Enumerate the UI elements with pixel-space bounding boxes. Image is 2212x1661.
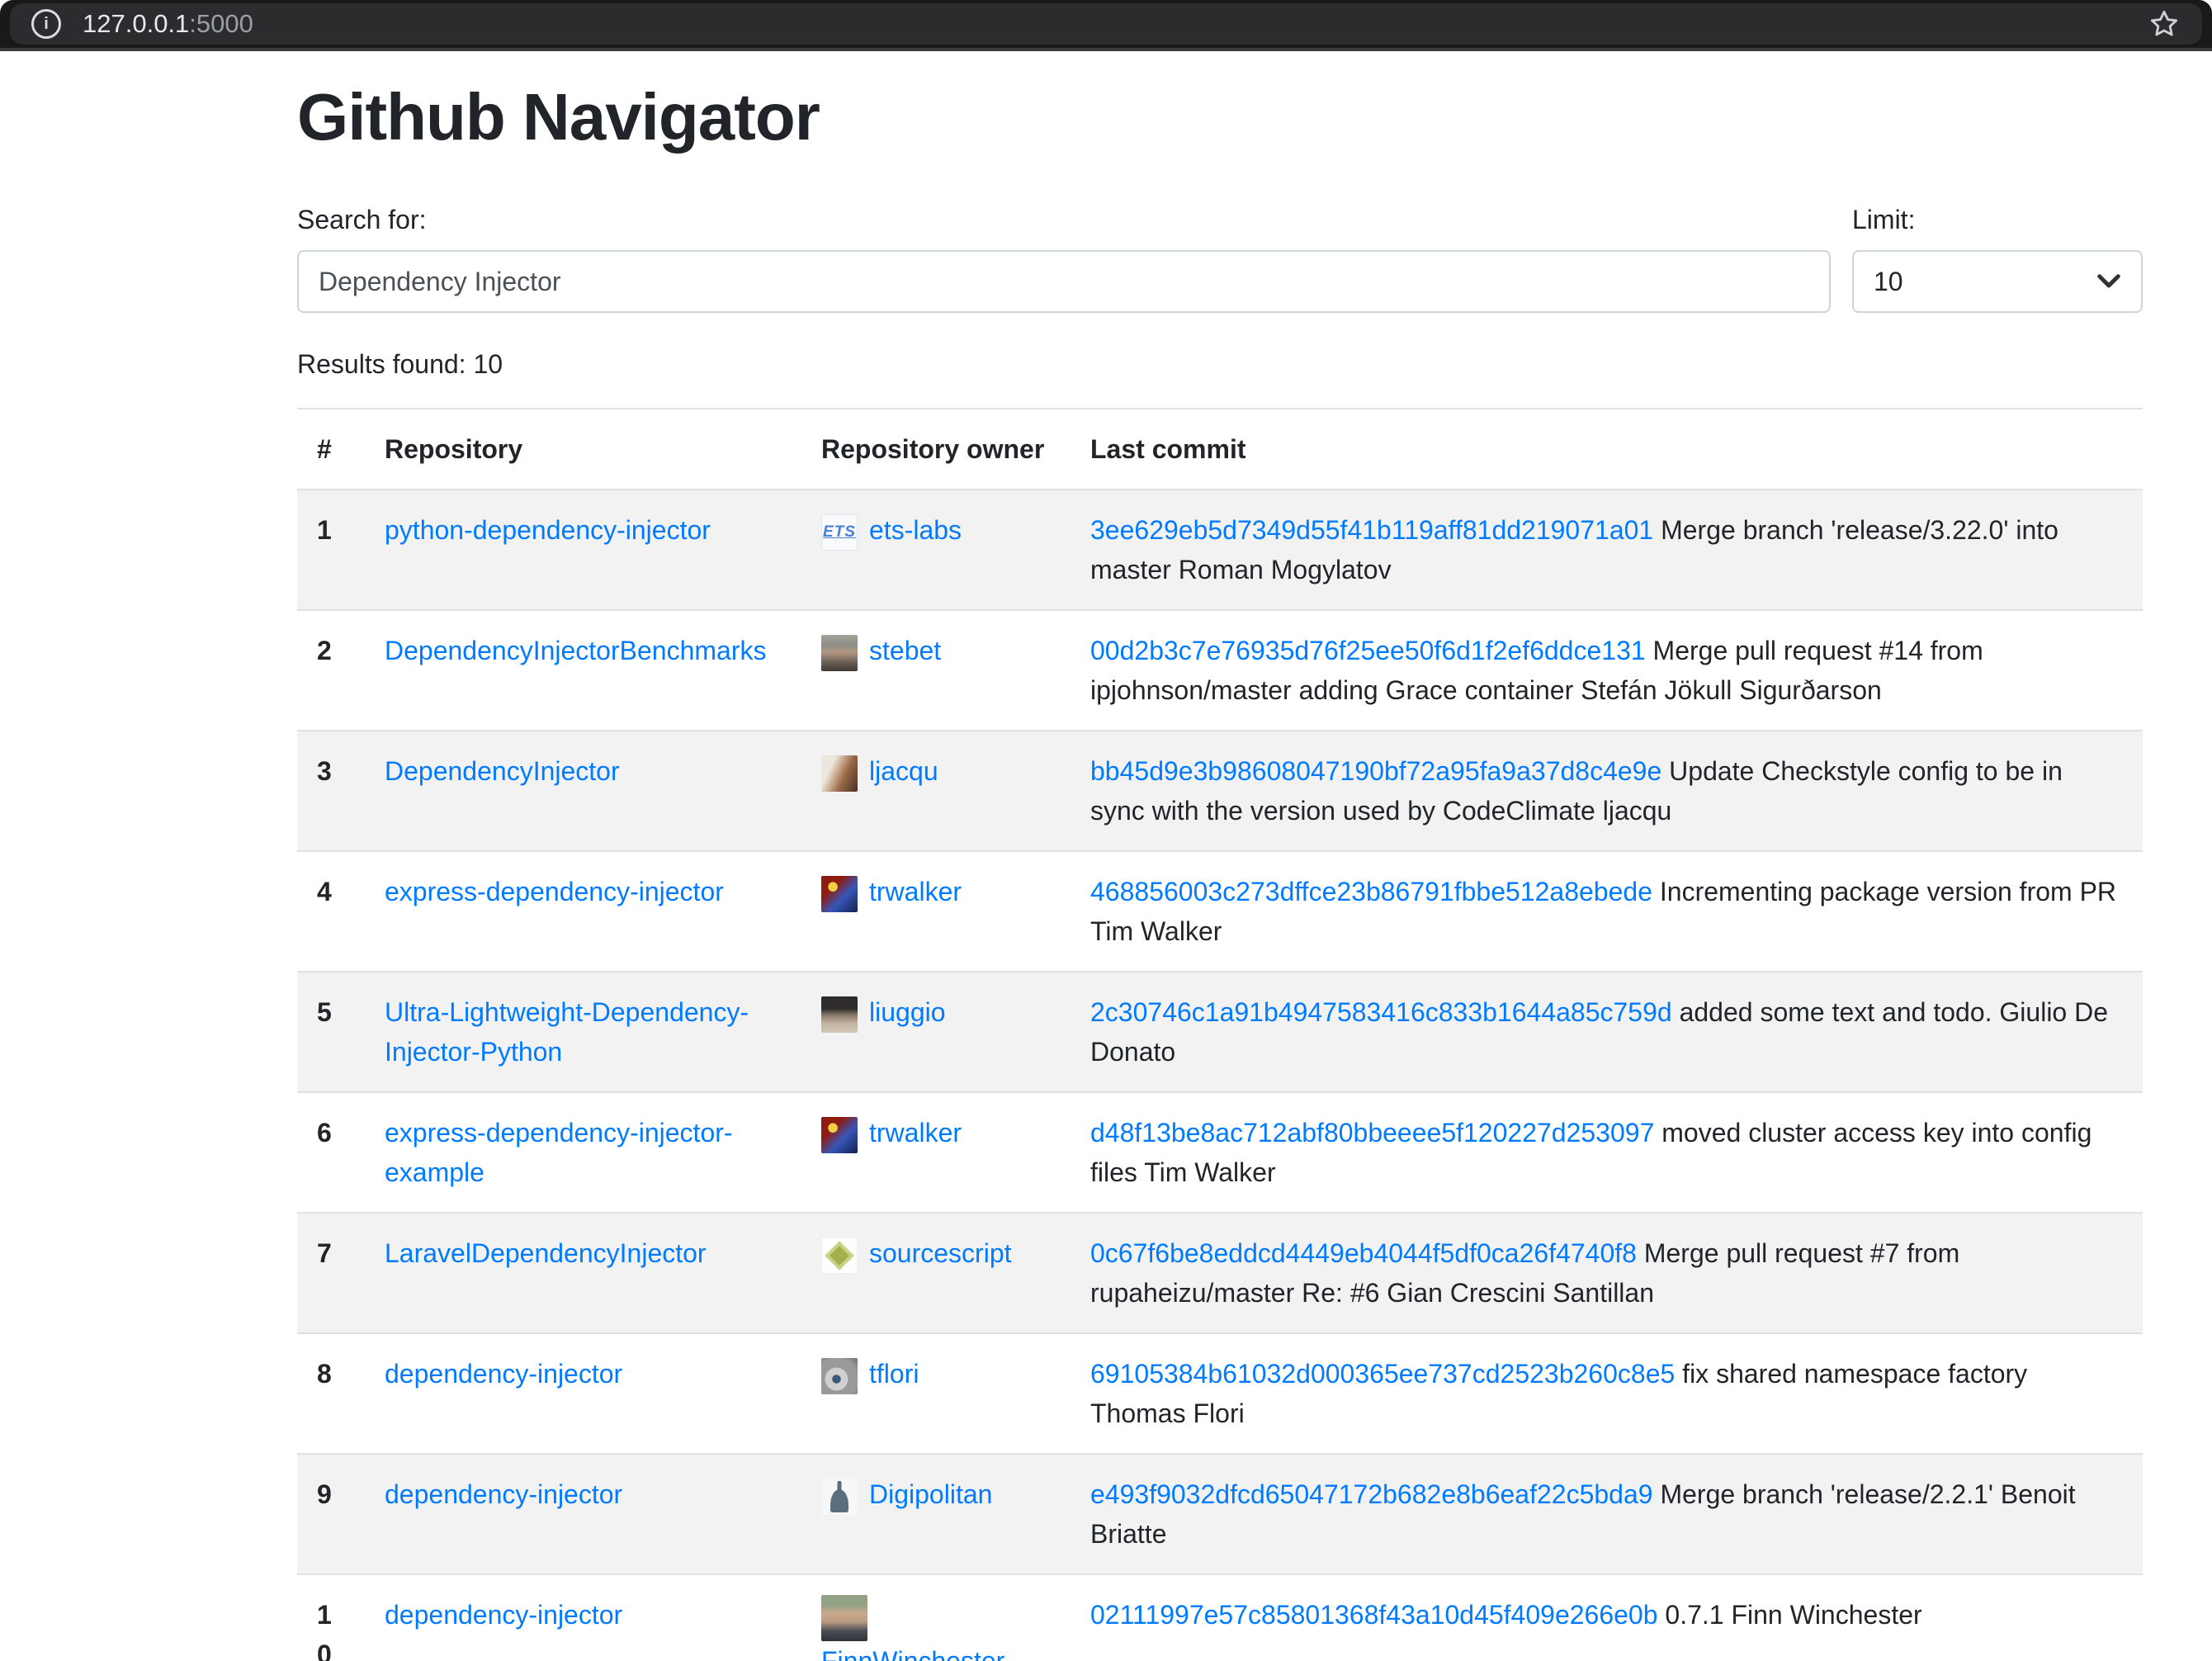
owner-avatar xyxy=(821,1117,858,1153)
commit-message: 0.7.1 Finn Winchester xyxy=(1658,1600,1922,1630)
info-icon[interactable] xyxy=(31,9,61,39)
row-number: 2 xyxy=(297,610,365,731)
owner-link[interactable]: stebet xyxy=(869,636,941,665)
owner-link[interactable]: ljacqu xyxy=(869,756,938,786)
page-content: Github Navigator Search for: Limit: 10 R… xyxy=(0,51,2212,1661)
owner-avatar xyxy=(821,876,858,912)
row-number: 8 xyxy=(297,1333,365,1454)
table-body: 1python-dependency-injectorETSets-labs3e… xyxy=(297,490,2143,1661)
owner-link[interactable]: ets-labs xyxy=(869,515,962,545)
chevron-down-icon xyxy=(2096,273,2121,290)
table-row: 3 DependencyInjector ljacqu bb45d9e3b986080… xyxy=(297,731,2143,851)
row-number: 9 xyxy=(297,1454,365,1574)
browser-chrome: 127.0.0.1:5000 xyxy=(0,0,2212,51)
table-row: 10 dependency-injector FinnWinchester 02111… xyxy=(297,1574,2143,1661)
owner-avatar xyxy=(821,635,858,671)
search-label: Search for: xyxy=(297,205,1831,235)
url-text: 127.0.0.1:5000 xyxy=(83,9,253,39)
repository-link[interactable]: DependencyInjectorBenchmarks xyxy=(385,636,766,665)
owner-avatar xyxy=(821,1479,858,1515)
commit-hash-link[interactable]: d48f13be8ac712abf80bbeeee5f120227d253097 xyxy=(1090,1118,1654,1148)
search-form: Search for: Limit: 10 xyxy=(297,205,2143,313)
row-number: 4 xyxy=(297,851,365,972)
owner-link[interactable]: trwalker xyxy=(869,877,962,906)
table-row: 5 Ultra-Lightweight-Dependency-Injector-P… xyxy=(297,972,2143,1092)
table-row: 9 dependency-injector Digipolitan e493f9032… xyxy=(297,1454,2143,1574)
repository-link[interactable]: Ultra-Lightweight-Dependency-Injector-Py… xyxy=(385,997,749,1067)
row-number: 1 xyxy=(297,490,365,610)
commit-hash-link[interactable]: 00d2b3c7e76935d76f25ee50f6d1f2ef6ddce131 xyxy=(1090,636,1646,665)
commit-hash-link[interactable]: bb45d9e3b98608047190bf72a95fa9a37d8c4e9e xyxy=(1090,756,1661,786)
commit-hash-link[interactable]: 2c30746c1a91b4947583416c833b1644a85c759d xyxy=(1090,997,1672,1027)
table-row: 8 dependency-injector tflori 69105384b61032… xyxy=(297,1333,2143,1454)
results-count: Results found: 10 xyxy=(297,349,2143,380)
repository-link[interactable]: LaravelDependencyInjector xyxy=(385,1238,707,1268)
owner-link[interactable]: liuggio xyxy=(869,997,946,1027)
page-title: Github Navigator xyxy=(297,78,2143,157)
owner-link[interactable]: trwalker xyxy=(869,1118,962,1148)
commit-hash-link[interactable]: 69105384b61032d000365ee737cd2523b260c8e5 xyxy=(1090,1359,1675,1389)
repository-link[interactable]: express-dependency-injector xyxy=(385,877,724,906)
table-row: 7 LaravelDependencyInjector sourcescript 0c… xyxy=(297,1213,2143,1333)
row-number: 3 xyxy=(297,731,365,851)
commit-hash-link[interactable]: e493f9032dfcd65047172b682e8b6eaf22c5bda9 xyxy=(1090,1479,1653,1509)
commit-hash-link[interactable]: 3ee629eb5d7349d55f41b119aff81dd219071a01 xyxy=(1090,515,1653,545)
limit-selected-value: 10 xyxy=(1874,267,1903,297)
column-header-repository: Repository xyxy=(365,409,801,490)
row-number: 7 xyxy=(297,1213,365,1333)
table-row: 2 DependencyInjectorBenchmarks stebet 00d2b… xyxy=(297,610,2143,731)
repository-link[interactable]: python-dependency-injector xyxy=(385,515,711,545)
owner-avatar: ETS xyxy=(821,514,858,551)
limit-label: Limit: xyxy=(1852,205,2143,235)
repository-link[interactable]: dependency-injector xyxy=(385,1359,622,1389)
results-table: # Repository Repository owner Last commi… xyxy=(297,408,2143,1661)
address-bar[interactable]: 127.0.0.1:5000 xyxy=(10,3,2202,45)
column-header-last-commit: Last commit xyxy=(1071,409,2143,490)
commit-hash-link[interactable]: 468856003c273dffce23b86791fbbe512a8ebede xyxy=(1090,877,1652,906)
owner-avatar xyxy=(821,1595,867,1641)
table-row: 6 express-dependency-injector-example trwa… xyxy=(297,1092,2143,1213)
column-header-index: # xyxy=(297,409,365,490)
owner-avatar xyxy=(821,755,858,792)
bookmark-star-icon[interactable] xyxy=(2148,7,2181,40)
table-row: 1 python-dependency-injector ETS ets-labs 3e… xyxy=(297,490,2143,610)
search-input[interactable] xyxy=(297,250,1831,313)
owner-link[interactable]: FinnWinchester xyxy=(821,1646,1004,1661)
row-number: 10 xyxy=(297,1574,365,1661)
limit-select[interactable]: 10 xyxy=(1852,250,2143,313)
repository-link[interactable]: dependency-injector xyxy=(385,1479,622,1509)
repository-link[interactable]: express-dependency-injector-example xyxy=(385,1118,733,1187)
repository-link[interactable]: dependency-injector xyxy=(385,1600,622,1630)
repository-link[interactable]: DependencyInjector xyxy=(385,756,620,786)
table-row: 4 express-dependency-injector trwalker 4688… xyxy=(297,851,2143,972)
owner-avatar xyxy=(821,996,858,1033)
commit-hash-link[interactable]: 0c67f6be8eddcd4449eb4044f5df0ca26f4740f8 xyxy=(1090,1238,1637,1268)
owner-link[interactable]: tflori xyxy=(869,1359,919,1389)
row-number: 5 xyxy=(297,972,365,1092)
commit-hash-link[interactable]: 02111997e57c85801368f43a10d45f409e266e0b xyxy=(1090,1600,1658,1630)
owner-link[interactable]: sourcescript xyxy=(869,1238,1012,1268)
owner-link[interactable]: Digipolitan xyxy=(869,1479,992,1509)
owner-avatar xyxy=(821,1358,858,1394)
column-header-owner: Repository owner xyxy=(801,409,1071,490)
owner-avatar xyxy=(821,1237,858,1274)
table-header-row: # Repository Repository owner Last commi… xyxy=(297,409,2143,490)
row-number: 6 xyxy=(297,1092,365,1213)
